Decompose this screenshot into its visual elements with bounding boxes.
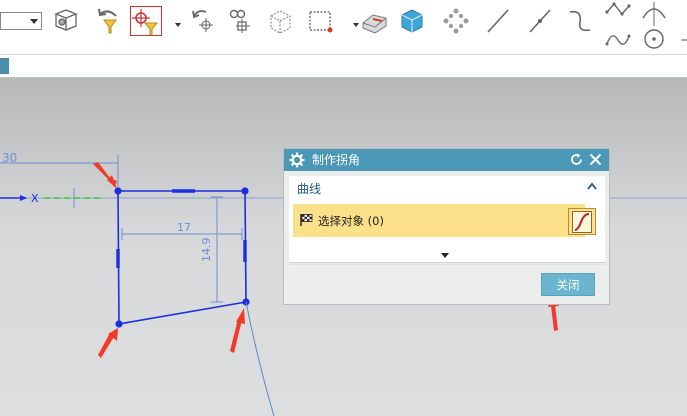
select-object-label: 选择对象 (0): [318, 214, 384, 228]
section-title[interactable]: 曲线: [297, 180, 321, 197]
divider: [289, 262, 605, 263]
checkered-flag-icon: [300, 214, 313, 226]
gear-icon[interactable]: [289, 152, 305, 168]
close-button[interactable]: 关闭: [541, 273, 595, 296]
arrow-annotation-icon: [230, 319, 242, 353]
reset-icon[interactable]: [569, 152, 584, 167]
expand-more-icon[interactable]: [441, 253, 449, 258]
curve-section: 曲线 选择对象 (0): [289, 176, 605, 262]
s-curve-icon: [572, 211, 592, 233]
close-icon[interactable]: [588, 152, 603, 167]
divider: [289, 264, 605, 265]
dialog-title: 制作拐角: [312, 153, 361, 167]
make-corner-dialog: 制作拐角 曲线 选择对象 (0) 关闭: [283, 148, 610, 305]
curve-select-button[interactable]: [568, 208, 596, 235]
select-object-row[interactable]: 选择对象 (0): [293, 204, 585, 237]
chevron-up-icon[interactable]: [587, 182, 597, 190]
dialog-title-bar[interactable]: 制作拐角: [284, 149, 609, 171]
arrow-annotation-icon: [551, 305, 558, 331]
